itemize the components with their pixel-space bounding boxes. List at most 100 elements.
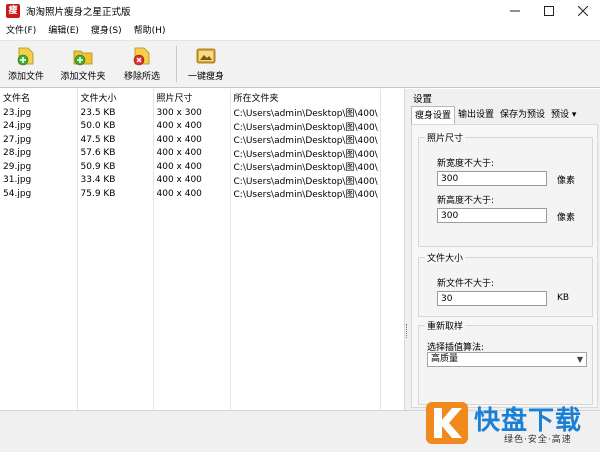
interpolation-selected: 高质量 (431, 354, 459, 364)
maximize-icon (544, 6, 554, 16)
table-row[interactable]: 24.jpg 50.0 KB 400 x 400 C:\Users\admin\… (0, 119, 381, 133)
cell-filename: 54.jpg (0, 187, 78, 201)
col-header-filesize[interactable]: 文件大小 (77, 89, 154, 106)
cell-filesize: 33.4 KB (77, 173, 154, 187)
resample-title: 重新取样 (425, 319, 466, 332)
resample-group: 重新取样 选择插值算法: 高质量 ▼ (418, 319, 593, 405)
cell-filesize: 47.5 KB (77, 133, 154, 147)
app-icon: 瘦 (6, 4, 20, 18)
chevron-down-icon: ▼ (576, 355, 583, 364)
cell-dimensions: 400 x 400 (153, 160, 231, 174)
file-table: 文件名 文件大小 照片尺寸 所在文件夹 23.jpg 23.5 KB 300 x… (0, 89, 381, 201)
table-row[interactable]: 28.jpg 57.6 KB 400 x 400 C:\Users\admin\… (0, 146, 381, 160)
cell-filesize: 50.9 KB (77, 160, 154, 174)
cell-dimensions: 300 x 300 (153, 106, 231, 120)
menu-bar: 文件(F) 编辑(E) 瘦身(S) 帮助(H) (0, 22, 600, 41)
tab-output-settings[interactable]: 输出设置 (455, 106, 497, 124)
file-size-title: 文件大小 (425, 251, 466, 264)
cell-dimensions: 400 x 400 (153, 146, 231, 160)
add-folder-label: 添加文件夹 (60, 72, 106, 82)
cell-folder: C:\Users\admin\Desktop\图\400\ (230, 106, 381, 120)
width-input[interactable] (437, 171, 547, 186)
table-row[interactable]: 23.jpg 23.5 KB 300 x 300 C:\Users\admin\… (0, 106, 381, 120)
cell-filename: 27.jpg (0, 133, 78, 147)
file-size-group: 文件大小 新文件不大于: KB (418, 251, 593, 317)
title-bar: 瘦 淘淘照片瘦身之星正式版 (0, 0, 600, 22)
cell-dimensions: 400 x 400 (153, 173, 231, 187)
remove-icon (133, 47, 150, 66)
table-row[interactable]: 54.jpg 75.9 KB 400 x 400 C:\Users\admin\… (0, 187, 381, 201)
one-click-slim-label: 一键瘦身 (187, 72, 224, 82)
cell-dimensions: 400 x 400 (153, 119, 231, 133)
col-header-filename[interactable]: 文件名 (0, 89, 78, 106)
col-header-folder[interactable]: 所在文件夹 (230, 89, 381, 106)
table-row[interactable]: 27.jpg 47.5 KB 400 x 400 C:\Users\admin\… (0, 133, 381, 147)
add-folder-icon (73, 50, 93, 66)
cell-folder: C:\Users\admin\Desktop\图\400\ (230, 119, 381, 133)
cell-folder: C:\Users\admin\Desktop\图\400\ (230, 146, 381, 160)
cell-filename: 28.jpg (0, 146, 78, 160)
file-size-input[interactable] (437, 291, 547, 306)
photo-size-group: 照片尺寸 新宽度不大于: 像素 新高度不大于: 像素 (418, 131, 593, 247)
slim-settings-panel: 照片尺寸 新宽度不大于: 像素 新高度不大于: 像素 文件大小 新文件不大于: … (411, 124, 598, 408)
tab-slim-settings[interactable]: 瘦身设置 (411, 106, 456, 124)
settings-tabs: 瘦身设置 输出设置 保存为预设 预设 ▾ (411, 106, 579, 124)
file-size-unit: KB (557, 293, 570, 303)
add-file-icon (17, 47, 34, 66)
cell-filename: 29.jpg (0, 160, 78, 174)
tab-presets-dropdown[interactable]: 预设 ▾ (548, 106, 579, 124)
cell-filesize: 50.0 KB (77, 119, 154, 133)
window-controls (498, 0, 600, 22)
table-row[interactable]: 31.jpg 33.4 KB 400 x 400 C:\Users\admin\… (0, 173, 381, 187)
cell-filename: 24.jpg (0, 119, 78, 133)
watermark-tagline: 绿色·安全·高速 (504, 435, 572, 445)
height-input[interactable] (437, 208, 547, 223)
cell-filesize: 23.5 KB (77, 106, 154, 120)
minimize-button[interactable] (498, 0, 532, 22)
cell-folder: C:\Users\admin\Desktop\图\400\ (230, 187, 381, 201)
settings-pane: 设置 瘦身设置 输出设置 保存为预设 预设 ▾ 照片尺寸 新宽度不大于: 像素 … (409, 89, 600, 410)
close-button[interactable] (566, 0, 600, 22)
cell-dimensions: 400 x 400 (153, 133, 231, 147)
settings-title: 设置 (413, 94, 433, 105)
watermark-logo-icon (426, 402, 468, 444)
width-label: 新宽度不大于: (437, 159, 495, 169)
close-icon (578, 6, 588, 16)
maximize-button[interactable] (532, 0, 566, 22)
menu-help[interactable]: 帮助(H) (128, 22, 172, 41)
interpolation-select[interactable]: 高质量 ▼ (427, 352, 587, 367)
photo-size-title: 照片尺寸 (425, 131, 466, 144)
minimize-icon (510, 10, 520, 12)
height-unit: 像素 (557, 213, 576, 223)
tab-save-preset[interactable]: 保存为预设 (497, 106, 548, 124)
menu-file[interactable]: 文件(F) (0, 22, 42, 41)
add-file-button[interactable]: 添加文件 (0, 41, 52, 87)
splitter-grip (406, 324, 408, 338)
col-header-dimensions[interactable]: 照片尺寸 (153, 89, 231, 106)
site-watermark: 快盘下载 绿色·安全·高速 (420, 396, 600, 452)
file-list-pane: 文件名 文件大小 照片尺寸 所在文件夹 23.jpg 23.5 KB 300 x… (0, 89, 405, 410)
remove-selected-label: 移除所选 (123, 72, 160, 82)
width-unit: 像素 (557, 176, 576, 186)
cell-filename: 31.jpg (0, 173, 78, 187)
photo-slim-icon (196, 48, 216, 64)
toolbar: 添加文件 添加文件夹 移除所选 一键瘦身 (0, 41, 600, 88)
table-row[interactable]: 29.jpg 50.9 KB 400 x 400 C:\Users\admin\… (0, 160, 381, 174)
file-size-label: 新文件不大于: (437, 279, 495, 289)
menu-slim[interactable]: 瘦身(S) (85, 22, 128, 41)
remove-selected-button[interactable]: 移除所选 (114, 41, 170, 87)
add-file-label: 添加文件 (7, 72, 44, 82)
cell-filesize: 57.6 KB (77, 146, 154, 160)
table-header: 文件名 文件大小 照片尺寸 所在文件夹 (0, 89, 381, 106)
menu-edit[interactable]: 编辑(E) (42, 22, 85, 41)
one-click-slim-button[interactable]: 一键瘦身 (183, 41, 229, 87)
cell-filename: 23.jpg (0, 106, 78, 120)
add-folder-button[interactable]: 添加文件夹 (52, 41, 114, 87)
height-label: 新高度不大于: (437, 196, 495, 206)
cell-dimensions: 400 x 400 (153, 187, 231, 201)
cell-folder: C:\Users\admin\Desktop\图\400\ (230, 133, 381, 147)
toolbar-separator (176, 46, 177, 82)
cell-folder: C:\Users\admin\Desktop\图\400\ (230, 160, 381, 174)
cell-folder: C:\Users\admin\Desktop\图\400\ (230, 173, 381, 187)
window-title: 淘淘照片瘦身之星正式版 (26, 7, 131, 18)
